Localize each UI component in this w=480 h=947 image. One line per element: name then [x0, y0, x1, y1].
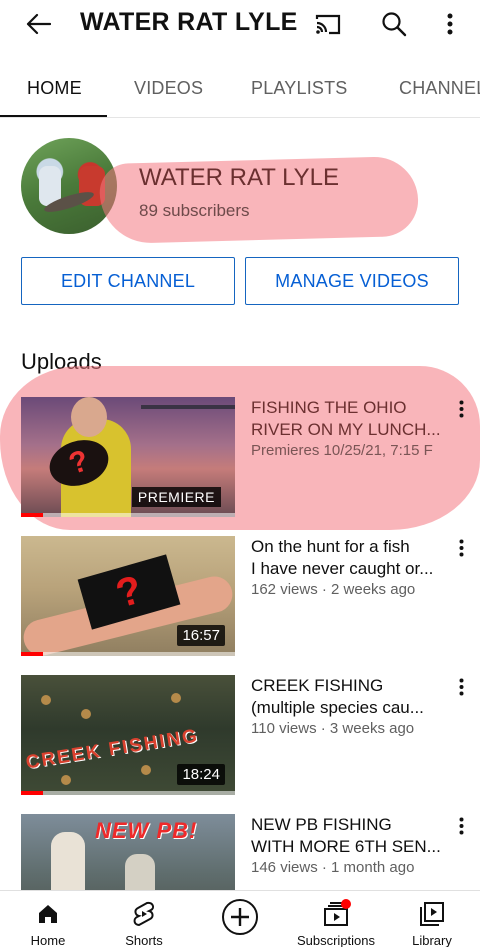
video-item[interactable]: NEW PB! NEW PB FISHING WITH MORE 6TH SEN…	[0, 814, 480, 890]
search-icon[interactable]	[378, 8, 410, 40]
video-item[interactable]: ? PREMIERE FISHING THE OHIO RIVER ON MY …	[0, 397, 480, 517]
cast-icon[interactable]	[312, 8, 344, 40]
nav-library[interactable]: Library	[384, 891, 480, 947]
subscriptions-icon	[288, 900, 384, 928]
video-thumbnail[interactable]: ? PREMIERE	[21, 397, 235, 517]
nav-label: Subscriptions	[296, 933, 376, 947]
video-thumbnail[interactable]: ? 16:57	[21, 536, 235, 656]
subscriber-count: 89 subscribers	[139, 201, 250, 220]
bottom-navigation: Home Shorts Subscriptions Library	[0, 890, 480, 947]
library-icon	[384, 900, 480, 928]
video-duration: 16:57	[177, 625, 225, 646]
thumbnail-caption: NEW PB!	[95, 818, 198, 843]
video-title[interactable]: NEW PB FISHING WITH MORE 6TH SEN...	[251, 814, 447, 858]
tab-channel[interactable]: CHANNEL	[399, 78, 480, 99]
manage-videos-button[interactable]: MANAGE VIDEOS	[245, 257, 459, 305]
more-vert-icon[interactable]	[450, 675, 472, 699]
premiere-badge: PREMIERE	[131, 487, 221, 507]
more-vert-icon[interactable]	[450, 814, 472, 838]
nav-label: Home	[30, 933, 66, 947]
video-duration: 18:24	[177, 764, 225, 785]
video-title[interactable]: On the hunt for a fish I have never caug…	[251, 536, 447, 580]
back-arrow-icon[interactable]	[22, 8, 54, 40]
video-title[interactable]: CREEK FISHING (multiple species cau...	[251, 675, 447, 719]
edit-channel-button[interactable]: EDIT CHANNEL	[21, 257, 235, 305]
nav-home[interactable]: Home	[0, 891, 96, 947]
nav-label: Shorts	[125, 933, 163, 947]
app-bar: WATER RAT LYLE	[0, 0, 480, 48]
home-icon	[0, 900, 96, 928]
nav-create[interactable]	[192, 891, 288, 947]
nav-subscriptions[interactable]: Subscriptions	[288, 891, 384, 947]
video-item[interactable]: CREEK FISHING 18:24 CREEK FISHING (multi…	[0, 675, 480, 795]
tab-videos[interactable]: VIDEOS	[134, 78, 203, 99]
notification-dot	[341, 899, 351, 909]
tab-playlists[interactable]: PLAYLISTS	[251, 78, 348, 99]
more-vert-icon[interactable]	[450, 397, 472, 421]
video-meta: 146 views · 1 month ago	[251, 859, 415, 876]
more-vert-icon[interactable]	[436, 8, 464, 40]
channel-name: WATER RAT LYLE	[139, 164, 340, 191]
video-thumbnail[interactable]: CREEK FISHING 18:24	[21, 675, 235, 795]
tab-home[interactable]: HOME	[27, 78, 82, 99]
channel-title: WATER RAT LYLE	[80, 8, 298, 36]
more-vert-icon[interactable]	[450, 536, 472, 560]
video-title[interactable]: FISHING THE OHIO RIVER ON MY LUNCH...	[251, 397, 447, 441]
video-meta: 110 views · 3 weeks ago	[251, 720, 415, 737]
channel-tabs: HOME VIDEOS PLAYLISTS CHANNEL	[0, 62, 480, 118]
video-thumbnail[interactable]: NEW PB!	[21, 814, 235, 890]
add-circle-icon	[192, 899, 288, 935]
video-item[interactable]: ? 16:57 On the hunt for a fish I have ne…	[0, 536, 480, 656]
video-meta: 162 views · 2 weeks ago	[251, 581, 416, 598]
nav-shorts[interactable]: Shorts	[96, 891, 192, 947]
shorts-icon	[96, 900, 192, 928]
video-meta: Premieres 10/25/21, 7:15 F	[251, 442, 433, 459]
active-tab-indicator	[0, 115, 107, 117]
thumbnail-caption: CREEK FISHING	[24, 725, 201, 774]
nav-label: Library	[412, 933, 452, 947]
